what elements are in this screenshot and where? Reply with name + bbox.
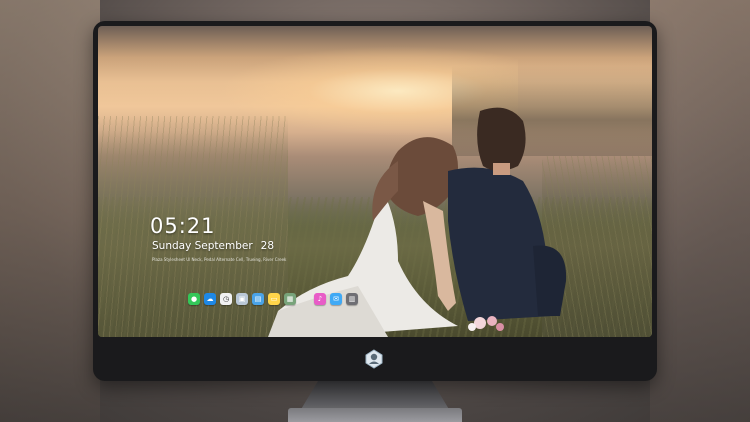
photos-gallery-icon[interactable]: ▦: [284, 293, 296, 305]
monitor-stand-base: [288, 408, 462, 422]
lock-screen[interactable]: 05:21 Sunday September 28 Plaza Styleshee…: [98, 26, 652, 337]
lock-screen-date-day: 28: [260, 240, 275, 252]
lock-screen-date-weekday-month: Sunday September: [152, 240, 253, 252]
mail-icon[interactable]: ✉: [330, 293, 342, 305]
lock-screen-date: Sunday September 28: [152, 240, 274, 252]
weather-icon[interactable]: ☁: [204, 293, 216, 305]
music-icon[interactable]: ♪: [314, 293, 326, 305]
lock-screen-time: 05:21: [150, 214, 216, 238]
clock-icon[interactable]: ◷: [220, 293, 232, 305]
trash-icon[interactable]: ▥: [346, 293, 358, 305]
brand-logo-icon: [365, 349, 383, 369]
messages-icon[interactable]: ●: [188, 293, 200, 305]
background-left-blur: [0, 0, 100, 422]
clapper-icon[interactable]: ▤: [252, 293, 264, 305]
background-right-blur: [650, 0, 750, 422]
notes-icon[interactable]: ▭: [268, 293, 280, 305]
preview-icon[interactable]: ▣: [236, 293, 248, 305]
lock-screen-subtitle: Plaza Stylesheet Ul Neck, Pedal Alternat…: [152, 257, 287, 262]
dock: ● ☁ ◷ ▣ ▤ ▭ ▦ ♪ ✉ ▥: [188, 291, 358, 307]
monitor-stand-neck: [300, 381, 450, 411]
